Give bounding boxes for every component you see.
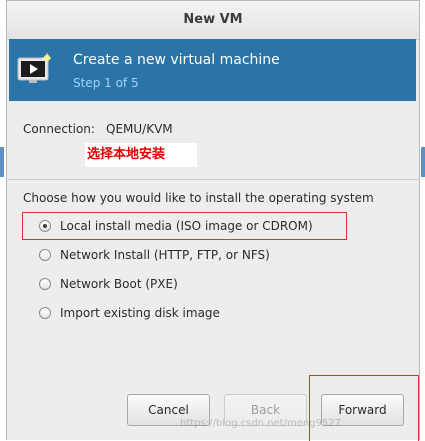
radio-button[interactable]	[39, 249, 51, 261]
wizard-banner: Create a new virtual machine Step 1 of 5	[9, 39, 416, 101]
radio-option-network-boot[interactable]: Network Boot (PXE)	[39, 273, 178, 295]
radio-option-network-install[interactable]: Network Install (HTTP, FTP, or NFS)	[39, 244, 270, 266]
radio-option-label: Network Boot (PXE)	[60, 277, 178, 291]
radio-button[interactable]	[39, 307, 51, 319]
wizard-step-indicator: Step 1 of 5	[73, 76, 139, 90]
radio-option-label: Network Install (HTTP, FTP, or NFS)	[60, 248, 270, 262]
new-vm-dialog: New VM Create a new virtual machine Step…	[6, 0, 420, 441]
backdrop-window-strip-right	[421, 147, 425, 177]
install-method-question: Choose how you would like to install the…	[23, 191, 374, 205]
radio-option-label: Local install media (ISO image or CDROM)	[60, 219, 313, 233]
separator	[7, 179, 419, 180]
annotation-local-install-note: 选择本地安装	[85, 143, 197, 167]
dialog-titlebar[interactable]: New VM	[7, 1, 419, 40]
radio-option-label: Import existing disk image	[60, 306, 220, 320]
connection-label: Connection:	[23, 122, 95, 136]
radio-dot	[43, 224, 47, 228]
radio-option-import-disk-image[interactable]: Import existing disk image	[39, 302, 220, 324]
radio-button[interactable]	[39, 278, 51, 290]
radio-option-local-install-media[interactable]: Local install media (ISO image or CDROM)	[39, 215, 313, 237]
backdrop-window-strip-left	[0, 147, 4, 177]
wizard-title: Create a new virtual machine	[73, 52, 280, 68]
watermark: https://blog.csdn.net/meng9527	[180, 418, 341, 429]
connection-value: QEMU/KVM	[106, 122, 173, 136]
radio-button-selected[interactable]	[39, 220, 51, 232]
vm-display-icon	[17, 53, 51, 83]
